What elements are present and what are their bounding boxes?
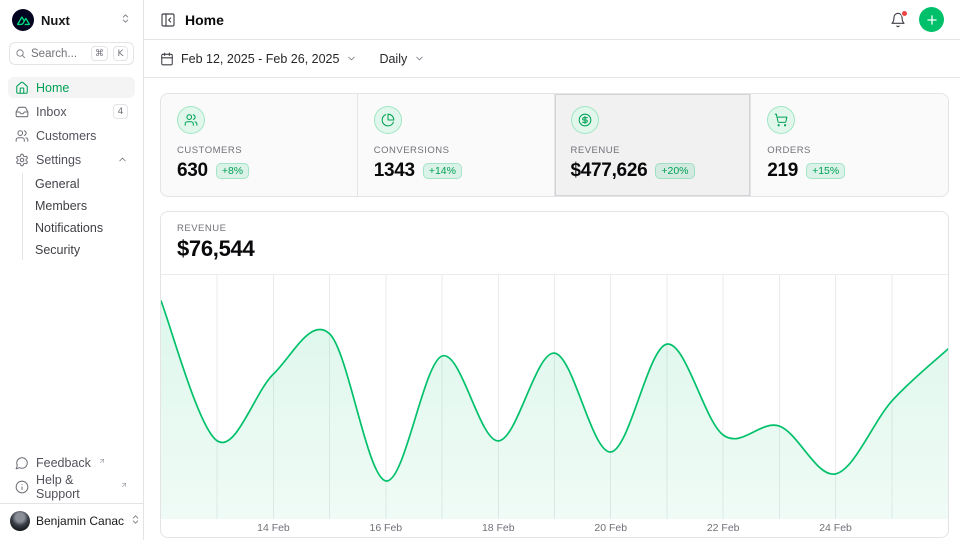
chevron-down-icon <box>414 53 425 64</box>
granularity-value: Daily <box>379 52 407 66</box>
calendar-icon <box>160 52 174 66</box>
stat-orders[interactable]: Orders 219 +15% <box>751 94 948 196</box>
feedback-link[interactable]: Feedback <box>8 452 135 473</box>
sidebar-item-customers[interactable]: Customers <box>8 125 135 146</box>
stat-value: 1343 <box>374 160 415 182</box>
stat-conversions[interactable]: Conversions 1343 +14% <box>358 94 555 196</box>
svg-text:18 Feb: 18 Feb <box>482 523 515 534</box>
chart-header: Revenue $76,544 <box>161 212 948 262</box>
svg-text:22 Feb: 22 Feb <box>707 523 740 534</box>
workspace-name: Nuxt <box>41 13 113 28</box>
stat-delta-badge: +14% <box>423 163 462 179</box>
sidebar-item-label: Settings <box>36 153 81 167</box>
sidebar-item-notifications[interactable]: Notifications <box>23 217 135 238</box>
kbd-k: K <box>113 46 128 61</box>
search-placeholder: Search... <box>31 48 86 60</box>
sidebar-item-security[interactable]: Security <box>23 239 135 260</box>
sidebar-subitem-label: Security <box>35 243 80 257</box>
sidebar-subitem-label: General <box>35 177 79 191</box>
settings-subnav: General Members Notifications Security <box>22 173 135 260</box>
stat-label: Customers <box>177 145 341 156</box>
stat-label: Conversions <box>374 145 538 156</box>
svg-text:20 Feb: 20 Feb <box>594 523 627 534</box>
stats-row: Customers 630 +8% Conversions 1343 +14% <box>160 93 949 197</box>
nuxt-logo-icon <box>12 9 34 31</box>
dashboard-content: Customers 630 +8% Conversions 1343 +14% <box>144 78 960 540</box>
sidebar-nav: Home Inbox 4 Customers Settings <box>8 77 135 262</box>
inbox-icon <box>15 105 29 119</box>
stat-label: Revenue <box>571 145 735 156</box>
stat-delta-badge: +8% <box>216 163 249 179</box>
stat-delta-badge: +15% <box>806 163 845 179</box>
granularity-select[interactable]: Daily <box>379 52 425 66</box>
sidebar-item-home[interactable]: Home <box>8 77 135 98</box>
filters-toolbar: Feb 12, 2025 - Feb 26, 2025 Daily <box>144 40 960 78</box>
stat-delta-badge: +20% <box>655 163 694 179</box>
sidebar-subitem-label: Notifications <box>35 221 103 235</box>
users-icon <box>15 129 29 143</box>
user-menu[interactable]: Benjamin Canac <box>0 503 143 536</box>
stat-label: Orders <box>767 145 932 156</box>
chevrons-up-down-icon <box>120 11 131 29</box>
chevron-up-icon <box>117 154 128 165</box>
sidebar-item-label: Home <box>36 81 69 95</box>
stat-value: $477,626 <box>571 160 648 182</box>
shopping-cart-icon <box>767 106 795 134</box>
notification-dot <box>901 10 908 17</box>
home-icon <box>15 81 29 95</box>
sidebar-item-label: Customers <box>36 129 96 143</box>
help-support-link[interactable]: Help & Support <box>8 476 135 497</box>
sidebar-item-general[interactable]: General <box>23 173 135 194</box>
page-title: Home <box>185 12 224 28</box>
svg-text:24 Feb: 24 Feb <box>819 523 852 534</box>
avatar <box>10 511 30 531</box>
revenue-area-chart[interactable]: 14 Feb 16 Feb 18 Feb 20 Feb 22 Feb 24 Feb <box>161 274 948 536</box>
dashboard-app: Nuxt Search... ⌘ K Home <box>0 0 960 540</box>
kbd-meta: ⌘ <box>91 46 108 61</box>
search-icon <box>15 48 26 59</box>
circle-dollar-icon <box>571 106 599 134</box>
workspace-switcher[interactable]: Nuxt <box>8 8 135 32</box>
sidebar-item-settings[interactable]: Settings <box>8 149 135 170</box>
date-range-value: Feb 12, 2025 - Feb 26, 2025 <box>181 52 339 66</box>
chevron-down-icon <box>346 53 357 64</box>
footer-link-label: Feedback <box>36 456 91 470</box>
revenue-chart-card: Revenue $76,544 14 Feb 16 Feb 18 Feb 20 Feb… <box>160 211 949 538</box>
add-button[interactable] <box>919 7 944 32</box>
users-icon <box>177 106 205 134</box>
sidebar-item-members[interactable]: Members <box>23 195 135 216</box>
svg-text:14 Feb: 14 Feb <box>257 523 290 534</box>
chevrons-up-down-icon <box>130 512 141 530</box>
sidebar-item-label: Inbox <box>36 105 67 119</box>
chart-title: Revenue <box>177 223 932 234</box>
user-name: Benjamin Canac <box>36 514 124 528</box>
main-header: Home <box>144 0 960 40</box>
notifications-button[interactable] <box>890 12 906 28</box>
message-circle-icon <box>15 456 29 470</box>
main-area: Home Feb 12, 2025 - Feb 26, 2025 <box>144 0 960 540</box>
stat-revenue[interactable]: Revenue $477,626 +20% <box>555 94 752 196</box>
search-input[interactable]: Search... ⌘ K <box>9 42 134 65</box>
info-icon <box>15 480 29 494</box>
sidebar-subitem-label: Members <box>35 199 87 213</box>
sidebar-item-inbox[interactable]: Inbox 4 <box>8 101 135 122</box>
external-link-icon <box>98 454 106 468</box>
sidebar-footer: Feedback Help & Support Benjamin Canac <box>8 452 135 536</box>
stat-customers[interactable]: Customers 630 +8% <box>161 94 358 196</box>
stat-value: 630 <box>177 160 208 182</box>
date-range-picker[interactable]: Feb 12, 2025 - Feb 26, 2025 <box>160 52 357 66</box>
chart-pie-icon <box>374 106 402 134</box>
chart-total-value: $76,544 <box>177 236 932 262</box>
external-link-icon <box>120 478 128 492</box>
inbox-count-badge: 4 <box>113 104 128 119</box>
stat-value: 219 <box>767 160 798 182</box>
svg-text:16 Feb: 16 Feb <box>369 523 402 534</box>
gear-icon <box>15 153 29 167</box>
collapse-sidebar-icon[interactable] <box>160 12 176 28</box>
sidebar: Nuxt Search... ⌘ K Home <box>0 0 144 540</box>
footer-link-label: Help & Support <box>36 473 113 501</box>
